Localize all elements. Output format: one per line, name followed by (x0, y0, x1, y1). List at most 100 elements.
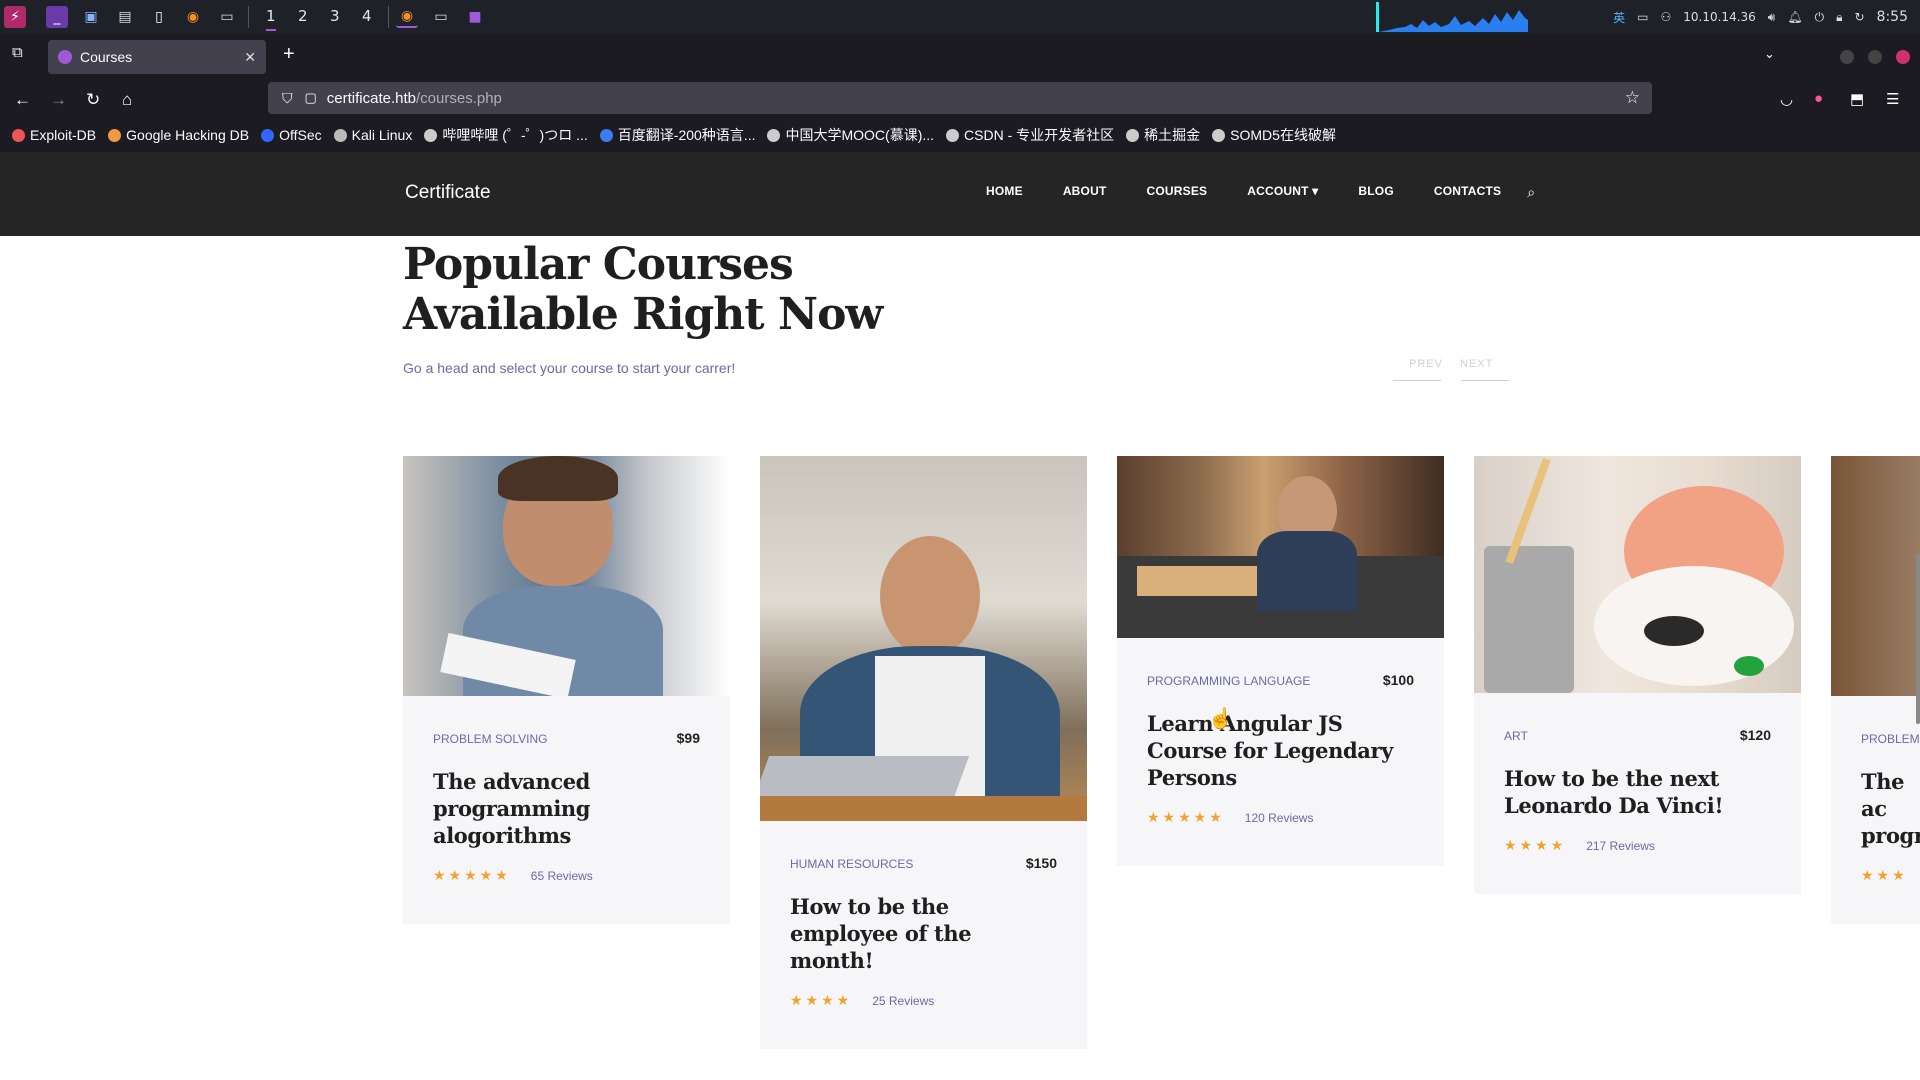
next-arrow-icon[interactable] (1461, 380, 1509, 381)
course-title[interactable]: The ac progr (1861, 768, 1920, 849)
bookmark-item[interactable]: SOMD5在线破解 (1212, 125, 1336, 145)
course-category: PROBLEM SOLVING (433, 732, 548, 746)
volume-icon[interactable]: 🔊︎ (1768, 10, 1776, 25)
next-button[interactable]: NEXT (1460, 358, 1493, 370)
maximize-icon[interactable] (1868, 50, 1882, 64)
shield-icon[interactable]: ⛉ (282, 90, 293, 107)
shell-launcher-icon[interactable]: ▭ (216, 6, 238, 28)
folder-window-icon[interactable]: ■ (464, 6, 486, 28)
workspace-2[interactable]: 2 (298, 7, 308, 25)
course-reviews[interactable]: 25 Reviews (872, 994, 934, 1008)
course-card[interactable]: PROBLEM SOLVING $99 The advanced program… (403, 456, 730, 924)
workspace-1[interactable]: 1 (266, 7, 276, 31)
course-image[interactable] (760, 456, 1087, 821)
bookmark-item[interactable]: 哔哩哔哩 (゜-゜)つロ ... (424, 125, 588, 145)
files-launcher-icon[interactable]: ▤ (114, 6, 136, 28)
bookmark-item[interactable]: Exploit-DB (12, 127, 96, 143)
extensions-icon[interactable]: ⬒ (1850, 90, 1864, 108)
bookmark-star-icon[interactable]: ☆ (1625, 88, 1640, 108)
pocket-icon[interactable]: ◡ (1780, 90, 1793, 108)
course-body: PROBLEM SOLVING $99 The advanced program… (403, 696, 730, 924)
search-icon[interactable]: ⌕ (1527, 184, 1535, 201)
course-category: PROGRAMMING LANGUAGE (1147, 674, 1311, 688)
course-reviews[interactable]: 120 Reviews (1245, 811, 1314, 825)
bookmark-item[interactable]: 中国大学MOOC(慕课)... (767, 125, 934, 145)
bookmark-item[interactable]: OffSec (261, 127, 322, 143)
bookmark-item[interactable]: CSDN - 专业开发者社区 (946, 125, 1114, 145)
page-subtitle: Go a head and select your course to star… (403, 360, 736, 376)
kali-menu-icon[interactable]: ⚡ (4, 6, 26, 28)
page-title: Popular Courses Available Right Now (403, 240, 883, 340)
course-title[interactable]: How to be the next Leonardo Da Vinci! (1504, 765, 1771, 819)
bookmark-item[interactable]: Google Hacking DB (108, 127, 249, 143)
firefox-window-icon[interactable]: ◉ (396, 6, 418, 28)
course-card[interactable]: PROGRAMMING LANGUAGE $100 Learn Angular … (1117, 456, 1444, 866)
refresh-icon[interactable]: ↻ (1854, 10, 1864, 24)
menu-about[interactable]: ABOUT (1063, 184, 1107, 201)
bookmark-item[interactable]: 稀土掘金 (1126, 125, 1200, 145)
terminal-launcher-icon[interactable]: _ (46, 6, 68, 28)
page-info-icon[interactable]: ▢ (305, 90, 317, 106)
tab-courses[interactable]: Courses ✕ (48, 40, 266, 74)
hamburger-menu-icon[interactable]: ☰ (1886, 90, 1899, 108)
home-icon[interactable]: ⌂ (122, 90, 132, 110)
course-card[interactable]: HUMAN RESOURCES $150 How to be the emplo… (760, 456, 1087, 1049)
course-rating: ★★★★ 217 Reviews (1504, 837, 1771, 854)
firefox-launcher-icon[interactable]: ◉ (182, 6, 204, 28)
close-window-icon[interactable] (1896, 50, 1910, 64)
course-rating: ★★★★★ 120 Reviews (1147, 809, 1414, 826)
back-icon[interactable]: ← (14, 90, 31, 110)
site-brand[interactable]: Certificate (405, 182, 491, 204)
workspace-4[interactable]: 4 (362, 7, 372, 25)
terminal-window-icon[interactable]: ▭ (430, 6, 452, 28)
course-card[interactable]: ART $120 How to be the next Leonardo Da … (1474, 456, 1801, 894)
editor-launcher-icon[interactable]: ▯ (148, 6, 170, 28)
menu-home[interactable]: HOME (986, 184, 1023, 201)
ime-indicator[interactable]: 英 (1613, 9, 1625, 26)
course-image[interactable] (403, 456, 730, 696)
menu-courses[interactable]: COURSES (1146, 184, 1207, 201)
forward-icon[interactable]: → (50, 90, 67, 110)
notification-icon[interactable]: 🔔︎ (1787, 10, 1802, 24)
reload-icon[interactable]: ↻ (86, 90, 100, 110)
kali-icon (333, 128, 347, 142)
course-image[interactable] (1474, 456, 1801, 693)
course-body: HUMAN RESOURCES $150 How to be the emplo… (760, 821, 1087, 1049)
url-bar[interactable]: ⛉ ▢ certificate.htb /courses.php ☆ (268, 82, 1652, 114)
profile-icon[interactable]: ● (1814, 90, 1823, 107)
course-title[interactable]: The advanced programming alogorithms (433, 768, 700, 849)
course-image[interactable] (1831, 456, 1920, 696)
minimize-icon[interactable] (1840, 50, 1854, 64)
baidu-translate-icon (599, 128, 613, 142)
menu-blog[interactable]: BLOG (1358, 184, 1393, 201)
course-image[interactable] (1117, 456, 1444, 638)
bookmark-label: Kali Linux (351, 127, 413, 143)
course-title[interactable]: How to be the employee of the month! (790, 893, 1057, 974)
course-card[interactable]: PROBLEM S The ac progr ★★★ (1831, 456, 1920, 924)
settings-launcher-icon[interactable]: ▣ (80, 6, 102, 28)
star-rating-icon: ★★★ (1861, 867, 1908, 883)
bookmark-item[interactable]: Kali Linux (333, 127, 413, 143)
url-path: /courses.php (416, 89, 502, 107)
tab-list-icon[interactable]: ⧉ (12, 44, 23, 61)
course-title[interactable]: Learn Angular JS Course for Legendary Pe… (1147, 710, 1414, 791)
tab-overflow-chevron-icon[interactable]: ⌄ (1764, 46, 1775, 62)
vpn-icon[interactable]: ⚇ (1661, 10, 1672, 24)
menu-account[interactable]: ACCOUNT ▾ (1247, 184, 1318, 201)
globe-icon (946, 128, 960, 142)
course-reviews[interactable]: 217 Reviews (1586, 839, 1655, 853)
prev-button[interactable]: PREV (1409, 358, 1443, 370)
lock-icon[interactable]: 🔒︎ (1836, 10, 1842, 25)
course-reviews[interactable]: 65 Reviews (531, 869, 593, 883)
page-scrollbar[interactable] (1916, 554, 1920, 724)
bookmark-label: Google Hacking DB (126, 127, 250, 143)
workspace-3[interactable]: 3 (330, 7, 340, 25)
prev-arrow-icon[interactable] (1393, 380, 1441, 381)
bookmark-item[interactable]: 百度翻译-200种语言... (599, 125, 755, 145)
menu-contacts[interactable]: CONTACTS (1434, 184, 1501, 201)
close-tab-icon[interactable]: ✕ (244, 49, 256, 66)
bookmark-label: Exploit-DB (30, 127, 97, 143)
new-tab-icon[interactable]: + (283, 43, 295, 66)
power-icon[interactable]: ⏻ (1815, 10, 1825, 25)
display-icon[interactable]: ▭ (1637, 10, 1648, 24)
